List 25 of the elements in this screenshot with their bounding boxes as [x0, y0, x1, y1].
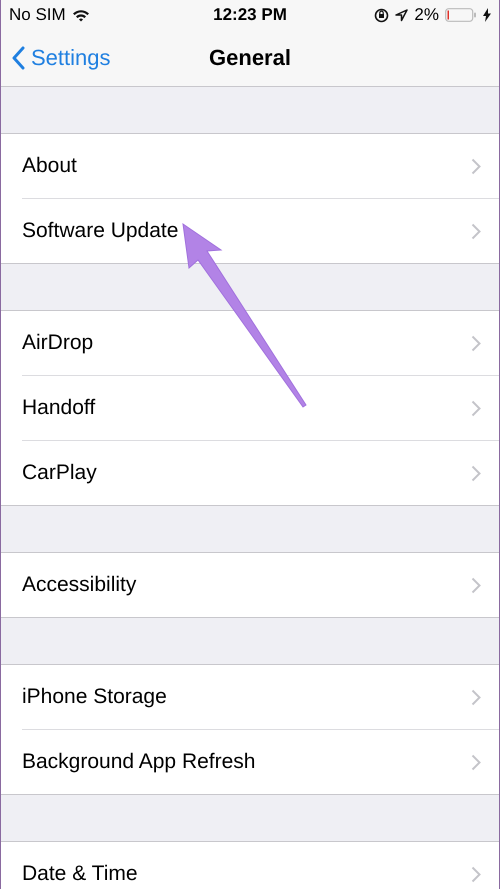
- settings-row[interactable]: CarPlay: [22, 441, 499, 505]
- chevron-icon: [471, 754, 481, 770]
- back-chevron-icon: [11, 46, 25, 70]
- battery-percent: 2%: [414, 5, 439, 25]
- chevron-icon: [471, 400, 481, 416]
- carrier-text: No SIM: [9, 5, 66, 25]
- rotation-lock-icon: [374, 8, 390, 22]
- chevron-icon: [471, 222, 481, 240]
- clock-time: 12:23 PM: [213, 5, 287, 25]
- settings-row[interactable]: Software Update: [22, 199, 499, 263]
- chevron-icon: [471, 866, 481, 882]
- chevron-icon: [471, 334, 481, 352]
- wifi-icon: [72, 8, 90, 22]
- page-title: General: [209, 45, 291, 71]
- settings-row[interactable]: iPhone Storage: [22, 665, 499, 730]
- charging-bolt-icon: [483, 8, 491, 22]
- location-arrow-icon: [395, 8, 408, 22]
- chevron-icon: [471, 158, 481, 174]
- chevron-icon: [471, 576, 481, 594]
- chevron-icon: [471, 464, 481, 482]
- battery-icon: [445, 8, 477, 22]
- settings-row[interactable]: About: [22, 134, 499, 199]
- settings-row[interactable]: Background App Refresh: [22, 730, 499, 794]
- back-button[interactable]: Settings: [1, 45, 110, 71]
- chevron-icon: [471, 688, 481, 706]
